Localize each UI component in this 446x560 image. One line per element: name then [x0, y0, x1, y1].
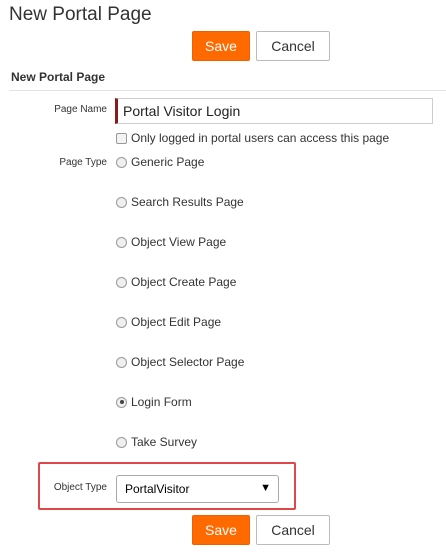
section-title: New Portal Page [11, 70, 106, 84]
save-button-top[interactable]: Save [192, 31, 250, 61]
radio-button[interactable] [116, 236, 127, 248]
logged-in-only-row[interactable]: Only logged in portal users can access t… [116, 131, 389, 145]
object-type-value: PortalVisitor [125, 482, 190, 496]
cancel-button-top[interactable]: Cancel [256, 31, 330, 61]
radio-button[interactable] [116, 196, 127, 208]
page-type-option-generic[interactable]: Generic Page [116, 155, 204, 169]
page-name-input[interactable]: Portal Visitor Login [115, 98, 433, 124]
radio-label: Object Create Page [131, 275, 237, 289]
radio-label: Login Form [131, 395, 192, 409]
page-type-option-object-selector[interactable]: Object Selector Page [116, 355, 244, 369]
dropdown-arrow-icon: ▼ [260, 482, 271, 494]
page-type-option-object-view[interactable]: Object View Page [116, 235, 226, 249]
radio-button[interactable] [116, 436, 127, 448]
page-title: New Portal Page [9, 4, 152, 25]
radio-button-selected[interactable] [116, 396, 127, 408]
radio-button[interactable] [116, 356, 127, 368]
page-name-label: Page Name [54, 104, 107, 115]
radio-button[interactable] [116, 316, 127, 328]
object-type-label: Object Type [53, 482, 107, 493]
page-type-label: Page Type [59, 157, 107, 168]
radio-label: Object Selector Page [131, 355, 245, 369]
radio-label: Search Results Page [131, 195, 244, 209]
page-type-option-object-edit[interactable]: Object Edit Page [116, 315, 221, 329]
radio-label: Object Edit Page [131, 315, 222, 329]
page-type-option-object-create[interactable]: Object Create Page [116, 275, 236, 289]
radio-button[interactable] [116, 156, 127, 168]
page-type-option-take-survey[interactable]: Take Survey [116, 435, 197, 449]
radio-button[interactable] [116, 276, 127, 288]
save-button-bottom[interactable]: Save [192, 515, 250, 545]
radio-label: Take Survey [131, 435, 198, 449]
section-divider [9, 90, 446, 91]
object-type-select[interactable]: PortalVisitor ▼ [116, 475, 279, 503]
logged-in-only-label: Only logged in portal users can access t… [131, 131, 390, 145]
radio-label: Generic Page [131, 155, 205, 169]
radio-label: Object View Page [131, 235, 227, 249]
page-type-option-login-form[interactable]: Login Form [116, 395, 192, 409]
page-type-option-search-results[interactable]: Search Results Page [116, 195, 244, 209]
cancel-button-bottom[interactable]: Cancel [256, 515, 330, 545]
logged-in-only-checkbox[interactable] [116, 132, 127, 144]
